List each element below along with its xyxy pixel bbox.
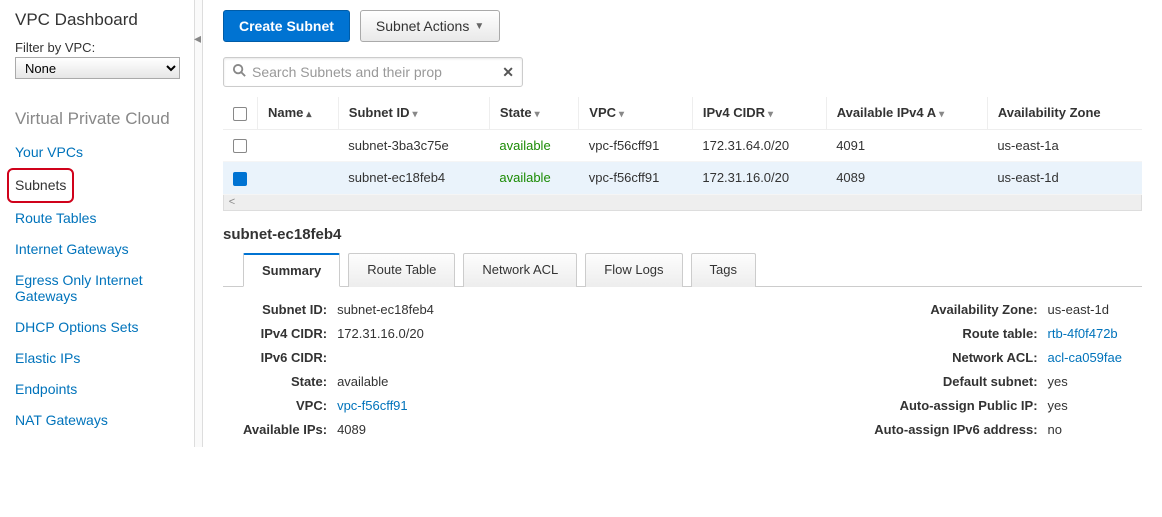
- column-subnet-id[interactable]: Subnet ID▾: [338, 97, 489, 129]
- value-available-ips: 4089: [337, 422, 434, 437]
- clear-search-icon[interactable]: ✕: [502, 64, 514, 81]
- toolbar: Create Subnet Subnet Actions ▼: [223, 10, 1142, 42]
- tab-route-table[interactable]: Route Table: [348, 253, 455, 287]
- tab-tags[interactable]: Tags: [691, 253, 756, 287]
- search-input[interactable]: [252, 64, 502, 80]
- column-available-ipv4[interactable]: Available IPv4 A▾: [826, 97, 987, 129]
- detail-tabs: Summary Route Table Network ACL Flow Log…: [223, 253, 1142, 287]
- row-checkbox[interactable]: [233, 172, 247, 186]
- column-vpc[interactable]: VPC▾: [579, 97, 693, 129]
- value-ipv6-cidr: [337, 350, 434, 365]
- table-row[interactable]: subnet-ec18feb4 available vpc-f56cff91 1…: [223, 162, 1142, 195]
- label-subnet-id: Subnet ID:: [243, 302, 327, 317]
- tab-flow-logs[interactable]: Flow Logs: [585, 253, 682, 287]
- column-availability-zone[interactable]: Availability Zone: [987, 97, 1142, 129]
- section-header-vpc: Virtual Private Cloud: [15, 109, 194, 129]
- cell-name: [258, 162, 339, 195]
- cell-cidr: 172.31.64.0/20: [692, 129, 826, 162]
- sidebar-item-nat-gateways[interactable]: NAT Gateways: [15, 405, 194, 436]
- cell-state: available: [489, 162, 578, 195]
- column-state[interactable]: State▾: [489, 97, 578, 129]
- cell-subnet-id: subnet-ec18feb4: [338, 162, 489, 195]
- sidebar-item-subnets[interactable]: Subnets: [7, 168, 74, 203]
- cell-available: 4089: [826, 162, 987, 195]
- create-subnet-button[interactable]: Create Subnet: [223, 10, 350, 42]
- detail-panel: Subnet ID: subnet-ec18feb4 IPv4 CIDR: 17…: [223, 302, 1142, 437]
- value-vpc-link[interactable]: vpc-f56cff91: [337, 398, 434, 413]
- sidebar-item-route-tables[interactable]: Route Tables: [15, 203, 194, 234]
- sidebar-item-dhcp-options[interactable]: DHCP Options Sets: [15, 312, 194, 343]
- cell-available: 4091: [826, 129, 987, 162]
- label-route-table: Route table:: [874, 326, 1037, 341]
- cell-subnet-id: subnet-3ba3c75e: [338, 129, 489, 162]
- label-auto-assign-ip: Auto-assign Public IP:: [874, 398, 1037, 413]
- detail-title: subnet-ec18feb4: [223, 226, 1142, 243]
- sidebar: VPC Dashboard Filter by VPC: None Virtua…: [0, 0, 195, 447]
- search-icon: [232, 63, 247, 81]
- main-content: Create Subnet Subnet Actions ▼ ✕ Name▴ S…: [203, 0, 1162, 447]
- sidebar-item-egress-only-igw[interactable]: Egress Only Internet Gateways: [15, 265, 194, 313]
- value-default-subnet: yes: [1048, 374, 1122, 389]
- sidebar-item-internet-gateways[interactable]: Internet Gateways: [15, 234, 194, 265]
- tab-network-acl[interactable]: Network ACL: [463, 253, 577, 287]
- filter-label: Filter by VPC:: [15, 40, 194, 55]
- cell-az: us-east-1a: [987, 129, 1142, 162]
- dashboard-title[interactable]: VPC Dashboard: [15, 10, 194, 30]
- value-subnet-id: subnet-ec18feb4: [337, 302, 434, 317]
- cell-cidr: 172.31.16.0/20: [692, 162, 826, 195]
- column-name[interactable]: Name▴: [258, 97, 339, 129]
- sidebar-item-your-vpcs[interactable]: Your VPCs: [15, 137, 194, 168]
- collapse-sidebar-icon[interactable]: ◂: [194, 30, 201, 47]
- value-az: us-east-1d: [1048, 302, 1122, 317]
- cell-az: us-east-1d: [987, 162, 1142, 195]
- cell-vpc: vpc-f56cff91: [579, 129, 693, 162]
- sidebar-item-endpoints[interactable]: Endpoints: [15, 374, 194, 405]
- label-available-ips: Available IPs:: [243, 422, 327, 437]
- value-network-acl-link[interactable]: acl-ca059fae: [1048, 350, 1122, 365]
- cell-state: available: [489, 129, 578, 162]
- scroll-left-icon[interactable]: <: [224, 196, 240, 208]
- value-auto-assign-ip: yes: [1048, 398, 1122, 413]
- label-network-acl: Network ACL:: [874, 350, 1037, 365]
- label-default-subnet: Default subnet:: [874, 374, 1037, 389]
- horizontal-scrollbar[interactable]: <: [223, 195, 1142, 211]
- value-route-table-link[interactable]: rtb-4f0f472b: [1048, 326, 1122, 341]
- row-checkbox[interactable]: [233, 139, 247, 153]
- value-auto-assign-ipv6: no: [1048, 422, 1122, 437]
- cell-vpc: vpc-f56cff91: [579, 162, 693, 195]
- sidebar-resize-grip[interactable]: ◂: [195, 0, 203, 447]
- subnet-actions-label: Subnet Actions: [376, 18, 469, 34]
- filter-vpc-select[interactable]: None: [15, 57, 180, 79]
- chevron-down-icon: ▼: [474, 21, 484, 32]
- select-all-checkbox[interactable]: [233, 107, 247, 121]
- subnets-table: Name▴ Subnet ID▾ State▾ VPC▾ IPv4 CIDR▾ …: [223, 97, 1142, 195]
- label-az: Availability Zone:: [874, 302, 1037, 317]
- label-auto-assign-ipv6: Auto-assign IPv6 address:: [874, 422, 1037, 437]
- sidebar-item-elastic-ips[interactable]: Elastic IPs: [15, 343, 194, 374]
- value-state: available: [337, 374, 434, 389]
- label-ipv6-cidr: IPv6 CIDR:: [243, 350, 327, 365]
- value-ipv4-cidr: 172.31.16.0/20: [337, 326, 434, 341]
- table-row[interactable]: subnet-3ba3c75e available vpc-f56cff91 1…: [223, 129, 1142, 162]
- cell-name: [258, 129, 339, 162]
- label-vpc: VPC:: [243, 398, 327, 413]
- label-state: State:: [243, 374, 327, 389]
- column-ipv4-cidr[interactable]: IPv4 CIDR▾: [692, 97, 826, 129]
- subnet-actions-button[interactable]: Subnet Actions ▼: [360, 10, 500, 42]
- search-box[interactable]: ✕: [223, 57, 523, 87]
- label-ipv4-cidr: IPv4 CIDR:: [243, 326, 327, 341]
- tab-summary[interactable]: Summary: [243, 253, 340, 287]
